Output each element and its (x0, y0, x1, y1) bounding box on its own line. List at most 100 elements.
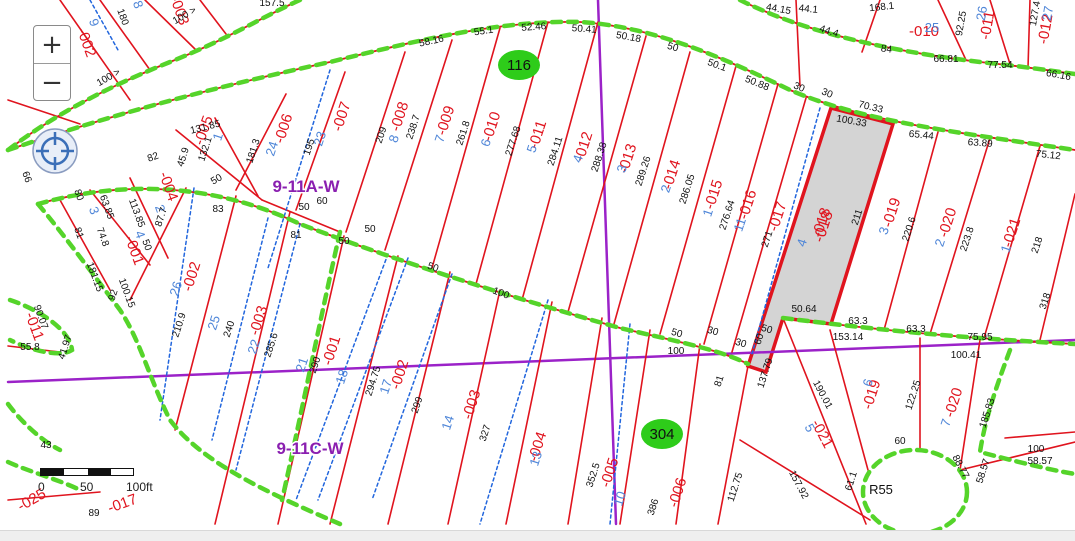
dimension-label: 77.54 (987, 60, 1012, 71)
parcel-id-label: -015 (701, 178, 726, 212)
sub-lot-label: 8 (385, 133, 402, 145)
dimension-label: 58.57 (1027, 456, 1052, 467)
scale-bar: 0 50 100ft (38, 466, 153, 496)
locate-button[interactable] (31, 127, 79, 175)
dimension-label: 271 (760, 229, 776, 249)
dimension-label: 63.3 (906, 324, 926, 335)
lot-lines-north (175, 0, 1075, 353)
zoom-out-button[interactable]: − (34, 64, 70, 101)
dimension-label: 84 (880, 43, 893, 56)
dimension-label: 43 (40, 440, 52, 451)
dimension-label: 50 (338, 236, 350, 247)
dimension-label: 92 (107, 288, 121, 302)
dimension-label: 50 (364, 224, 376, 235)
dimension-label: 220.6 (901, 215, 919, 243)
dimension-label: 60 (894, 436, 906, 447)
sub-lot-label: 25 (925, 20, 939, 35)
dimension-label: 386 (646, 497, 662, 517)
dimension-label: 299 (410, 395, 426, 415)
dimension-label: 157.5 (259, 0, 284, 9)
dimension-label: 181.15 (84, 261, 105, 294)
dimension-label: 277.68 (504, 125, 524, 158)
dimension-label: 50.41 (571, 23, 597, 36)
dimension-label: 289.26 (634, 155, 654, 188)
parcel-map-canvas[interactable]: -002-003-005 -006 -007 -008 -009 -010 -011 -012… (0, 0, 1075, 540)
dimension-label: 66.16 (1045, 68, 1072, 83)
dimension-label: 81 (290, 230, 302, 241)
zoom-control: + − (33, 25, 71, 101)
parcel-id-label: -020 (935, 206, 960, 240)
dimension-label: 52.46 (521, 21, 547, 34)
road-label: R55 (869, 482, 893, 497)
dimension-label: 218 (1030, 235, 1046, 255)
dimension-label: 81 (71, 226, 85, 241)
dimension-label: 30 (706, 325, 720, 339)
dimension-label: 112.75 (726, 471, 746, 503)
map-id-label: 9-11A-W (272, 177, 340, 196)
parcel-id-label: -001 (319, 334, 344, 368)
dimension-label: 89 (88, 508, 100, 519)
dimension-label: 83 (212, 204, 224, 215)
dimension-label: 100 (668, 346, 685, 357)
dimension-label: 100 (1028, 444, 1045, 455)
sub-lot-label: 8 (130, 0, 147, 10)
dimension-label: 210.9 (171, 311, 189, 339)
dimension-label: 66.81 (933, 54, 958, 65)
dimension-label: 168.1 (869, 1, 895, 15)
easement-lines (89, 0, 821, 525)
dimension-label: 30 (734, 337, 748, 351)
dimension-label: 74.8 (94, 226, 111, 248)
parcel-id-label: -017 (765, 200, 790, 234)
dimension-label: 181.3 (245, 137, 263, 165)
sub-lot-label: 18 (332, 367, 351, 385)
dimension-label: 185.83 (978, 397, 998, 430)
dimension-label: 30 (820, 86, 835, 101)
dimension-label: 75.95 (967, 332, 992, 343)
route-badge-label: 304 (649, 426, 674, 443)
parcel-id-label: -005 (597, 456, 622, 490)
dimension-label: 44.1 (798, 3, 819, 16)
zoom-in-button[interactable]: + (34, 26, 70, 64)
sub-lot-label: 10 (610, 489, 629, 507)
dimension-label: 100 (491, 286, 511, 302)
dimension-label: 92.25 (954, 10, 969, 37)
parcel-id-label: -006 (665, 476, 690, 510)
parcel-id-label: -003 (246, 304, 271, 338)
dimension-label: 58.57 (975, 457, 993, 485)
dimension-label: 50 (209, 172, 225, 187)
dimension-label: 285.6 (263, 331, 281, 359)
dimension-label: 58.16 (418, 33, 445, 49)
sub-lot-label: 9 (86, 16, 103, 28)
dimension-label: 113.85 (126, 197, 147, 229)
dimension-label: 327 (478, 423, 494, 443)
dimension-label: 75.12 (1035, 149, 1061, 163)
dimension-label: 81 (713, 374, 727, 388)
grid-line-vertical (596, 0, 618, 526)
scale-label-0: 0 (38, 480, 45, 494)
route-badge-label: 116 (507, 57, 531, 74)
scale-bar-graphic (40, 468, 134, 476)
parcel-id-label: -009 (433, 104, 458, 138)
dimension-label: 88.77 (949, 453, 971, 481)
dimension-label: 55.1 (473, 25, 494, 39)
dimension-label: 153.14 (833, 332, 864, 343)
parcel-map[interactable]: -002 -003 -005 -006 -007 -008 -009 -010 -011 -012… (0, 0, 1075, 540)
dimension-label: 44.4 (818, 23, 840, 40)
dimension-label: 82 (146, 150, 161, 164)
sub-lot-label: 26 (973, 5, 990, 22)
sub-lot-label: 3 (86, 204, 103, 216)
dimension-label: 286.05 (678, 173, 698, 206)
sub-lot-label: 14 (438, 413, 457, 431)
sub-lot-label: 25 (204, 313, 223, 331)
parcel-id-label: -020 (941, 386, 966, 420)
dimension-label: 157.92 (786, 469, 810, 502)
locate-crosshair-icon (32, 128, 78, 174)
dimension-label: 63.3 (848, 316, 868, 327)
parcel-id-label: -003 (459, 388, 484, 422)
dimension-label: 50 (298, 202, 310, 213)
dimension-label: 60 (316, 196, 328, 207)
dimension-label: 50.64 (791, 304, 816, 315)
map-id-label: 9-11C-W (276, 439, 344, 458)
parcel-id-label: -019 (879, 196, 904, 230)
parcel-id-label: -002 (73, 25, 99, 59)
